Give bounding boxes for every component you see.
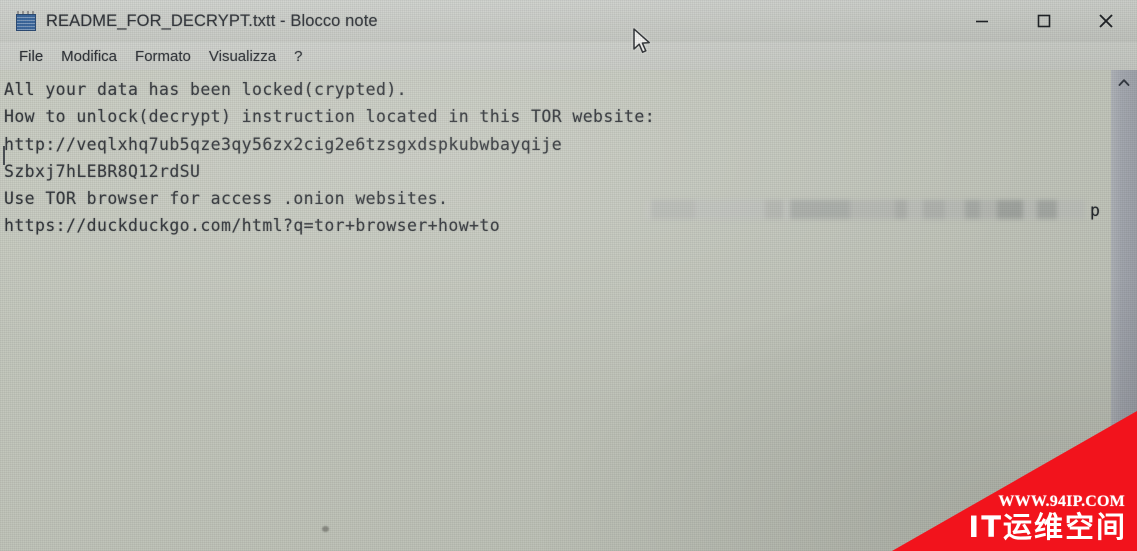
watermark: WWW.94IP.COM IT运维空间 (892, 411, 1137, 551)
menu-bar: File Modifica Formato Visualizza ? (0, 42, 1137, 70)
menu-item-help[interactable]: ? (285, 46, 311, 67)
mouse-cursor-icon (631, 27, 653, 57)
menu-item-visualizza[interactable]: Visualizza (200, 46, 285, 67)
notepad-icon (16, 11, 36, 31)
minimize-button[interactable] (951, 0, 1013, 42)
dust-speck (322, 526, 329, 532)
notepad-window-screenshot: README_FOR_DECRYPT.txtt - Blocco note Fi… (0, 0, 1137, 551)
window-controls (951, 0, 1137, 42)
redaction-blur-band (645, 200, 1085, 219)
title-bar[interactable]: README_FOR_DECRYPT.txtt - Blocco note (0, 0, 1137, 42)
text-line: All your data has been locked(crypted). (4, 80, 408, 99)
maximize-button[interactable] (1013, 0, 1075, 42)
scroll-up-arrow-icon[interactable] (1111, 70, 1137, 96)
close-button[interactable] (1075, 0, 1137, 42)
watermark-site-name: IT运维空间 (968, 510, 1127, 544)
menu-item-formato[interactable]: Formato (126, 46, 200, 67)
menu-item-modifica[interactable]: Modifica (52, 46, 126, 67)
text-line: Szbxj7hLEBR8Q12rdSU (4, 161, 201, 181)
text-line: How to unlock(decrypt) instruction locat… (4, 107, 656, 127)
text-line-onion-url: http://veqlxhq7ub5qze3qy56zx2cig2e6tzsgx… (4, 134, 563, 154)
text-caret (3, 146, 5, 165)
window-title: README_FOR_DECRYPT.txtt - Blocco note (46, 11, 378, 30)
menu-item-file[interactable]: File (10, 46, 52, 67)
redacted-tail-char: p (1090, 201, 1100, 220)
